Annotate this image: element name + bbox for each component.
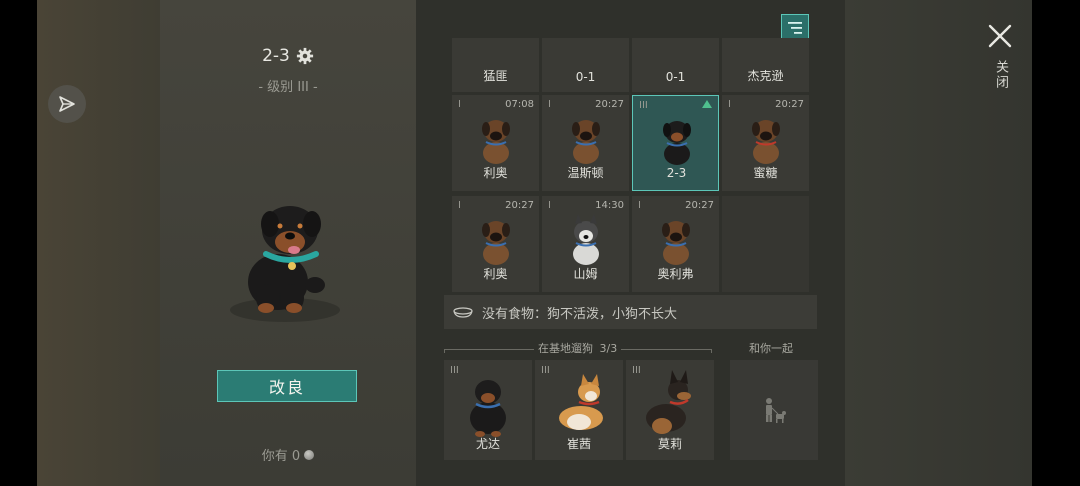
dog-cell[interactable]: 0-1 [632, 38, 719, 92]
dog-level: I [728, 99, 731, 110]
dog-level: I [458, 99, 461, 110]
close-icon[interactable] [986, 22, 1014, 50]
walking-dog-cell[interactable]: III 尤达 [444, 360, 532, 460]
with-you-slot[interactable] [730, 360, 818, 460]
dog-name: 0-1 [665, 70, 686, 84]
dog-name: 2-3 [262, 46, 290, 66]
share-button[interactable] [48, 85, 86, 123]
currency-label: 你有 0 [261, 449, 301, 464]
dog-cell[interactable]: I 20:27 温斯顿 [542, 95, 629, 191]
food-warning: 没有食物：狗不活泼，小狗不长大 [444, 295, 817, 329]
background-left [37, 0, 160, 486]
dog-name: 利奥 [483, 166, 508, 180]
puppy-portrait [482, 120, 510, 164]
corgi-portrait [559, 374, 603, 430]
dog-name: 奥利弗 [657, 267, 694, 281]
dog-level: I [458, 200, 461, 211]
dog-name: 猛匪 [483, 69, 508, 83]
dog-grid: 猛匪 0-1 0-1 杰克逊 I 07:08 利奥 I 20:27 温斯顿 II… [452, 38, 810, 294]
walking-label: 在基地遛狗 [538, 342, 593, 355]
puppy-portrait [230, 206, 340, 322]
upgrade-arrow-icon [702, 100, 712, 108]
walking-dog-cell[interactable]: III 崔茜 [535, 360, 623, 460]
puppy-portrait [663, 121, 691, 165]
puppy-portrait [662, 221, 690, 265]
dog-level: III [639, 100, 648, 111]
dog-cell[interactable]: 猛匪 [452, 38, 539, 92]
dog-cell[interactable]: 杰克逊 [722, 38, 809, 92]
right-edge [1032, 0, 1080, 486]
dog-level: - 级别 III - [258, 80, 318, 95]
dog-cell-selected[interactable]: III 2-3 [632, 95, 719, 191]
improve-button[interactable]: 改良 [217, 370, 357, 402]
walking-dog-cell[interactable]: III 莫莉 [626, 360, 714, 460]
puppy-portrait [572, 120, 600, 164]
puppy-portrait [482, 221, 510, 265]
dog-name: 崔茜 [566, 437, 591, 451]
food-warning-text: 没有食物：狗不活泼，小狗不长大 [482, 306, 678, 322]
dog-level: I [548, 99, 551, 110]
empty-dog-slot [722, 196, 809, 292]
dog-name: 莫莉 [657, 437, 682, 451]
puppy-portrait [752, 120, 780, 164]
rottweiler-portrait [470, 380, 506, 437]
dog-cell[interactable]: I 14:30 山姆 [542, 196, 629, 292]
dog-name: 2-3 [666, 166, 687, 180]
walking-count: 3/3 [599, 342, 618, 355]
dog-name: 利奥 [483, 267, 508, 281]
person-with-dog-icon [766, 398, 786, 423]
dog-cell[interactable]: I 20:27 利奥 [452, 196, 539, 292]
coin-icon [304, 449, 315, 460]
dog-name: 山姆 [573, 267, 598, 281]
bowl-icon [453, 307, 473, 318]
dog-name: 杰克逊 [747, 69, 784, 83]
german-shepherd-portrait [646, 370, 691, 434]
dog-name: 蜜糖 [753, 166, 778, 180]
walking-section-header: 在基地遛狗 3/3 [534, 340, 622, 356]
dog-detail-panel: 2-3 - 级别 III - 改良 你有 0 [160, 0, 416, 486]
dog-level: I [638, 200, 641, 211]
currency-count: 你有 0 [160, 445, 416, 464]
list-filter-icon [788, 22, 802, 34]
dog-cell[interactable]: I 07:08 利奥 [452, 95, 539, 191]
with-you-label: 和你一起 [749, 342, 793, 355]
dog-name: 温斯顿 [567, 166, 604, 180]
dog-name: 0-1 [575, 70, 596, 84]
dog-cell[interactable]: I 20:27 奥利弗 [632, 196, 719, 292]
gear-icon[interactable] [296, 47, 314, 65]
husky-puppy-portrait [573, 214, 599, 265]
dog-cell[interactable]: 0-1 [542, 38, 629, 92]
kennel-panel: 猛匪 0-1 0-1 杰克逊 I 07:08 利奥 I 20:27 温斯顿 II… [416, 0, 845, 486]
dog-title-row: 2-3 [160, 46, 416, 66]
send-icon [59, 96, 75, 112]
dog-cell[interactable]: I 20:27 蜜糖 [722, 95, 809, 191]
dog-name: 尤达 [475, 437, 500, 451]
dog-level: I [548, 200, 551, 211]
left-edge [0, 0, 37, 486]
close-label[interactable]: 关闭 [990, 60, 1010, 90]
